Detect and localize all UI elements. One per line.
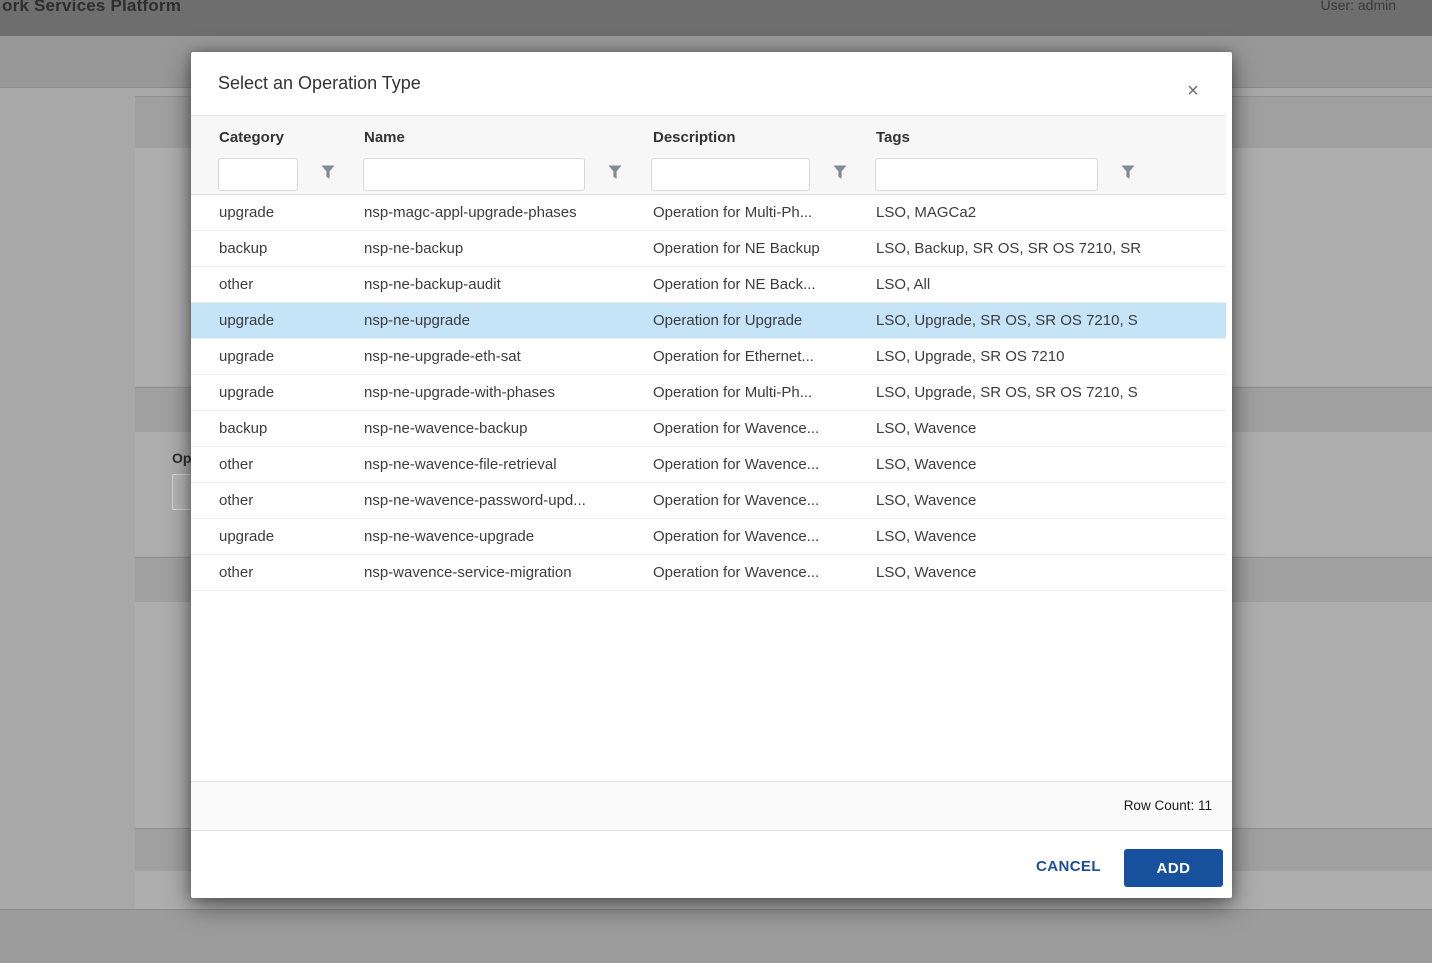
cell-tags: LSO, Backup, SR OS, SR OS 7210, SR <box>876 231 1220 266</box>
app-title: ork Services Platform <box>2 0 181 16</box>
close-icon[interactable]: × <box>1180 78 1206 104</box>
cell-tags: LSO, Wavence <box>876 555 1220 590</box>
operation-field-label: Op <box>172 450 191 466</box>
cell-category: upgrade <box>219 519 349 554</box>
name-filter-icon[interactable] <box>608 165 622 180</box>
description-filter-icon[interactable] <box>833 165 847 180</box>
cell-description: Operation for Upgrade <box>653 303 865 338</box>
cell-category: upgrade <box>219 303 349 338</box>
cell-tags: LSO, Wavence <box>876 447 1220 482</box>
table-row[interactable]: backup nsp-ne-backup Operation for NE Ba… <box>191 231 1226 267</box>
cell-tags: LSO, Upgrade, SR OS 7210 <box>876 339 1220 374</box>
column-header-description: Description <box>653 129 736 146</box>
table-body: upgrade nsp-magc-appl-upgrade-phases Ope… <box>191 195 1226 591</box>
cell-tags: LSO, Wavence <box>876 483 1220 518</box>
category-filter-input[interactable] <box>218 158 298 191</box>
cell-tags: LSO, Wavence <box>876 519 1220 554</box>
cell-description: Operation for Ethernet... <box>653 339 865 374</box>
cell-name: nsp-ne-wavence-password-upd... <box>364 483 640 518</box>
table-header: Category Name Description Tags <box>191 115 1226 195</box>
table-row[interactable]: other nsp-ne-wavence-password-upd... Ope… <box>191 483 1226 519</box>
cell-description: Operation for Wavence... <box>653 411 865 446</box>
table-row[interactable]: backup nsp-ne-wavence-backup Operation f… <box>191 411 1226 447</box>
cell-description: Operation for NE Backup <box>653 231 865 266</box>
dialog-title: Select an Operation Type <box>218 73 421 94</box>
cell-name: nsp-ne-wavence-upgrade <box>364 519 640 554</box>
category-filter-icon[interactable] <box>321 165 335 180</box>
user-label: User: admin <box>1321 0 1396 13</box>
table-row[interactable]: upgrade nsp-ne-upgrade Operation for Upg… <box>191 303 1226 339</box>
cell-description: Operation for Multi-Ph... <box>653 195 865 230</box>
table-row[interactable]: upgrade nsp-magc-appl-upgrade-phases Ope… <box>191 195 1226 231</box>
column-header-tags: Tags <box>876 129 910 146</box>
tags-filter-input[interactable] <box>875 158 1098 191</box>
cell-name: nsp-ne-wavence-backup <box>364 411 640 446</box>
cell-name: nsp-magc-appl-upgrade-phases <box>364 195 640 230</box>
cell-category: backup <box>219 411 349 446</box>
cell-category: other <box>219 555 349 590</box>
cell-name: nsp-ne-upgrade-with-phases <box>364 375 640 410</box>
cell-name: nsp-ne-upgrade-eth-sat <box>364 339 640 374</box>
cell-name: nsp-ne-wavence-file-retrieval <box>364 447 640 482</box>
table-row[interactable]: other nsp-ne-wavence-file-retrieval Oper… <box>191 447 1226 483</box>
cell-category: backup <box>219 231 349 266</box>
cell-category: upgrade <box>219 375 349 410</box>
cell-category: other <box>219 483 349 518</box>
cell-name: nsp-ne-upgrade <box>364 303 640 338</box>
table-row[interactable]: upgrade nsp-ne-upgrade-with-phases Opera… <box>191 375 1226 411</box>
cell-tags: LSO, All <box>876 267 1220 302</box>
select-operation-type-dialog: Select an Operation Type × Category Name… <box>191 52 1232 898</box>
cell-description: Operation for Multi-Ph... <box>653 375 865 410</box>
table-row[interactable]: other nsp-wavence-service-migration Oper… <box>191 555 1226 591</box>
cell-description: Operation for Wavence... <box>653 519 865 554</box>
app-top-bar: ork Services Platform User: admin <box>0 0 1432 36</box>
cell-name: nsp-ne-backup-audit <box>364 267 640 302</box>
cell-description: Operation for Wavence... <box>653 447 865 482</box>
description-filter-input[interactable] <box>651 158 810 191</box>
column-header-category: Category <box>219 129 284 146</box>
cell-description: Operation for Wavence... <box>653 555 865 590</box>
cell-tags: LSO, Upgrade, SR OS, SR OS 7210, S <box>876 375 1220 410</box>
name-filter-input[interactable] <box>363 158 585 191</box>
column-header-name: Name <box>364 129 405 146</box>
cell-category: other <box>219 447 349 482</box>
table-row[interactable]: upgrade nsp-ne-upgrade-eth-sat Operation… <box>191 339 1226 375</box>
cell-tags: LSO, Upgrade, SR OS, SR OS 7210, S <box>876 303 1220 338</box>
cell-name: nsp-ne-backup <box>364 231 640 266</box>
row-count-label: Row Count: 11 <box>1124 798 1212 813</box>
cell-description: Operation for Wavence... <box>653 483 865 518</box>
cell-category: upgrade <box>219 195 349 230</box>
cell-tags: LSO, Wavence <box>876 411 1220 446</box>
add-button[interactable]: ADD <box>1124 849 1223 887</box>
cell-description: Operation for NE Back... <box>653 267 865 302</box>
page-footer-bar: Create Another CANCEL <box>0 909 1432 963</box>
cell-name: nsp-wavence-service-migration <box>364 555 640 590</box>
cell-category: upgrade <box>219 339 349 374</box>
cell-category: other <box>219 267 349 302</box>
row-count-strip: Row Count: 11 <box>191 781 1232 831</box>
cell-tags: LSO, MAGCa2 <box>876 195 1220 230</box>
table-row[interactable]: upgrade nsp-ne-wavence-upgrade Operation… <box>191 519 1226 555</box>
table-row[interactable]: other nsp-ne-backup-audit Operation for … <box>191 267 1226 303</box>
tags-filter-icon[interactable] <box>1121 165 1135 180</box>
cancel-button[interactable]: CANCEL <box>1036 858 1101 875</box>
